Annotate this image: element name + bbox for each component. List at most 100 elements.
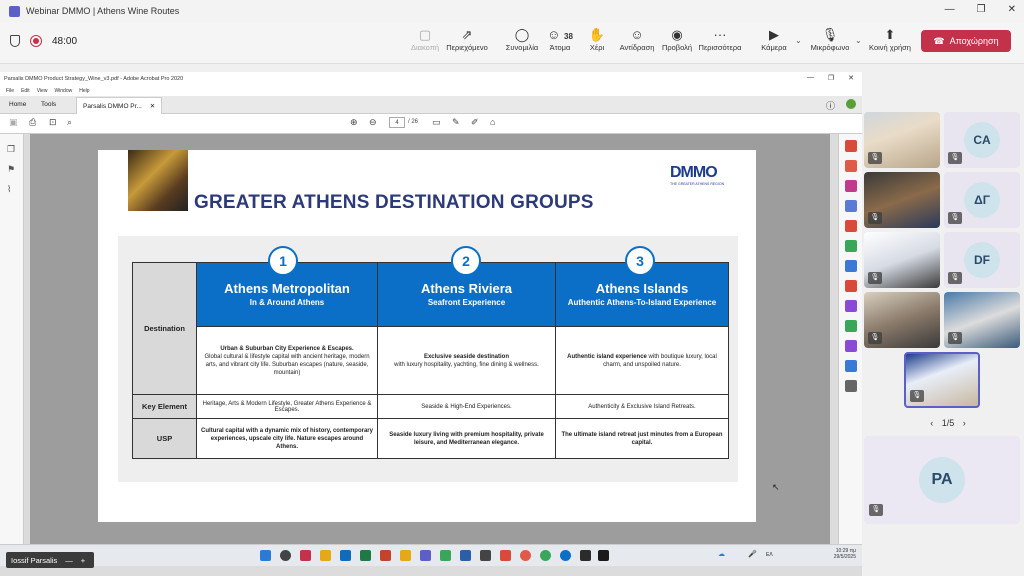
acrobat-left-panel: ❐ ⚑ ⌇ (0, 134, 24, 544)
taskbar-app-icon[interactable] (400, 550, 411, 561)
teams-icon[interactable] (420, 550, 431, 561)
taskbar-app-icon[interactable] (500, 550, 511, 561)
create-pdf-icon[interactable] (845, 160, 857, 172)
tab-home[interactable]: Home (9, 101, 26, 108)
participant-video-tile[interactable]: 🎙 (944, 292, 1020, 348)
participant-video-tile[interactable]: 🎙 (864, 232, 940, 288)
shield-icon[interactable] (10, 35, 20, 47)
tab-close-icon[interactable]: ✕ (150, 103, 155, 110)
avatar: CA (964, 122, 1000, 158)
taskbar-app-icon[interactable] (580, 550, 591, 561)
mic-muted-icon: 🎙 (868, 272, 882, 284)
draw-icon[interactable]: ✐ (471, 117, 479, 128)
avatar: DF (964, 242, 1000, 278)
destination-cell-2: Exclusive seaside destination with luxury… (377, 326, 556, 395)
taskbar-app-icon[interactable] (480, 550, 491, 561)
share-button[interactable]: ⬆ Κοινή χρήση (862, 27, 918, 52)
camera-button[interactable]: ▶ Κάμερα (746, 27, 802, 52)
excel-icon[interactable] (360, 550, 371, 561)
minimize-icon[interactable]: — (945, 4, 955, 15)
protect-icon[interactable] (845, 280, 857, 292)
more-button[interactable]: ··· Περισσότερα (692, 27, 748, 52)
save-icon[interactable]: ▣ (9, 117, 18, 128)
send-for-signature-icon[interactable] (845, 340, 857, 352)
organize-pages-icon[interactable] (845, 240, 857, 252)
whatsapp-icon[interactable] (540, 550, 551, 561)
accessibility-icon[interactable] (845, 360, 857, 372)
menu-window[interactable]: Window (54, 88, 72, 94)
active-speaker-tile[interactable]: 🎙 (904, 352, 980, 408)
thumbnails-icon[interactable]: ❐ (7, 144, 15, 155)
outlook-icon[interactable] (340, 550, 351, 561)
page-down-icon[interactable]: ⊖ (369, 117, 377, 128)
mic-tray-icon[interactable]: 🎤 (748, 550, 757, 558)
edit-pdf-icon[interactable] (845, 180, 857, 192)
dmmo-logo-text: DMMO (670, 164, 718, 181)
restore-icon[interactable]: ❐ (977, 4, 986, 15)
camera-options-chevron-icon[interactable]: ⌄ (795, 36, 802, 45)
acrobat-minimize-icon[interactable]: — (807, 74, 814, 82)
microphone-button[interactable]: 🎙 Μικρόφωνο (802, 27, 858, 52)
expand-share-icon[interactable]: + (81, 556, 85, 565)
combine-files-icon[interactable] (845, 220, 857, 232)
page-up-icon[interactable]: ⊕ (350, 117, 358, 128)
taskbar-app-icon[interactable] (440, 550, 451, 561)
menu-file[interactable]: File (6, 88, 14, 94)
chrome-icon[interactable] (520, 550, 531, 561)
bookmarks-icon[interactable]: ⚑ (7, 164, 15, 175)
mic-muted-icon: 🎙 (948, 272, 962, 284)
document-viewer[interactable]: GREATER ATHENS DESTINATION GROUPS DMMO T… (30, 134, 830, 544)
share-content-button[interactable]: ⇗ Περιεχόμενο (439, 27, 495, 52)
taskbar-clock[interactable]: 10:29 πμ 29/5/2025 (834, 548, 856, 560)
highlight-pen-icon[interactable]: ✎ (452, 117, 460, 128)
export-pdf-icon[interactable] (845, 140, 857, 152)
print-icon[interactable]: ⎙ (29, 117, 36, 128)
participant-tile-df[interactable]: DF 🎙 (944, 232, 1020, 288)
menu-edit[interactable]: Edit (21, 88, 30, 94)
acrobat-close-icon[interactable]: ✕ (848, 74, 854, 82)
minimize-share-icon[interactable]: — (65, 556, 73, 565)
participant-video-tile[interactable]: 🎙 (864, 292, 940, 348)
file-explorer-icon[interactable] (320, 550, 331, 561)
word-icon[interactable] (460, 550, 471, 561)
redact-icon[interactable] (845, 260, 857, 272)
account-icon[interactable] (846, 99, 856, 109)
powerpoint-icon[interactable] (380, 550, 391, 561)
fill-sign-icon[interactable] (845, 300, 857, 312)
close-icon[interactable]: ✕ (1008, 4, 1016, 15)
search-icon[interactable] (280, 550, 291, 561)
leave-button[interactable]: ☎ Αποχώρηση (921, 30, 1011, 52)
acrobat-taskbar-icon[interactable] (598, 550, 609, 561)
participant-video-tile[interactable]: 🎙 (864, 112, 940, 168)
pager-next-icon[interactable]: › (963, 418, 966, 428)
find-icon[interactable]: ⌕ (67, 117, 72, 128)
print-production-icon[interactable] (845, 320, 857, 332)
mic-options-chevron-icon[interactable]: ⌄ (855, 36, 862, 45)
presenter-name: Iossif Parsalis (11, 555, 58, 565)
zoom-page-icon[interactable]: ⊡ (49, 117, 57, 128)
menu-view[interactable]: View (37, 88, 48, 94)
taskbar-app-icon[interactable] (300, 550, 311, 561)
zoom-icon[interactable] (560, 550, 571, 561)
stamp-icon[interactable]: ⌂ (490, 117, 495, 127)
participant-video-tile[interactable]: 🎙 (864, 172, 940, 228)
participant-tile-dg[interactable]: ΔΓ 🎙 (944, 172, 1020, 228)
attachments-icon[interactable]: ⌇ (7, 184, 11, 195)
menu-help[interactable]: Help (79, 88, 89, 94)
acrobat-restore-icon[interactable]: ❐ (828, 74, 834, 82)
page-number-input[interactable]: 4 (389, 117, 405, 128)
help-icon[interactable]: ⓘ (826, 99, 835, 112)
comment-icon[interactable]: ▭ (432, 117, 441, 128)
participant-tile-pa[interactable]: PA (864, 436, 1020, 524)
comment-tool-icon[interactable] (845, 200, 857, 212)
tab-tools[interactable]: Tools (41, 101, 56, 108)
participant-tile-ca[interactable]: CA 🎙 (944, 112, 1020, 168)
avatar: ΔΓ (964, 182, 1000, 218)
language-indicator[interactable]: ΕΛ (766, 552, 773, 558)
onedrive-icon[interactable]: ☁ (718, 550, 725, 558)
more-tools-icon[interactable] (845, 380, 857, 392)
presenter-label[interactable]: Iossif Parsalis — + (6, 552, 94, 568)
pager-prev-icon[interactable]: ‹ (930, 418, 933, 428)
start-icon[interactable] (260, 550, 271, 561)
tab-document[interactable]: Parsalis DMMO Pr... ✕ (76, 97, 163, 114)
